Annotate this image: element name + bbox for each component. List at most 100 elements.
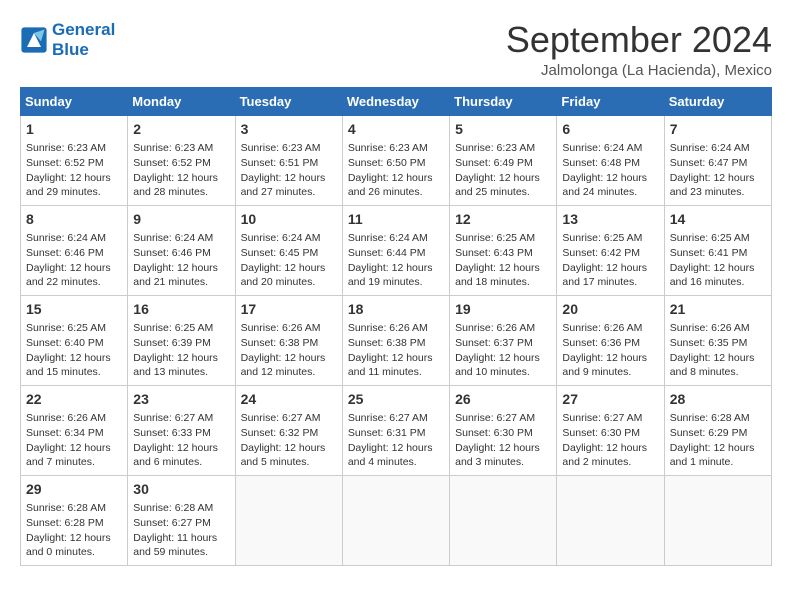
day-number: 6 — [562, 120, 658, 140]
calendar-cell: 1Sunrise: 6:23 AM Sunset: 6:52 PM Daylig… — [21, 115, 128, 205]
calendar-cell: 26Sunrise: 6:27 AM Sunset: 6:30 PM Dayli… — [450, 385, 557, 475]
calendar-week-4: 22Sunrise: 6:26 AM Sunset: 6:34 PM Dayli… — [21, 385, 772, 475]
calendar-cell: 2Sunrise: 6:23 AM Sunset: 6:52 PM Daylig… — [128, 115, 235, 205]
logo-icon — [20, 26, 48, 54]
calendar-cell: 8Sunrise: 6:24 AM Sunset: 6:46 PM Daylig… — [21, 205, 128, 295]
day-number: 13 — [562, 210, 658, 230]
day-info: Sunrise: 6:24 AM Sunset: 6:47 PM Dayligh… — [670, 141, 766, 200]
calendar-cell: 30Sunrise: 6:28 AM Sunset: 6:27 PM Dayli… — [128, 475, 235, 565]
calendar-cell: 15Sunrise: 6:25 AM Sunset: 6:40 PM Dayli… — [21, 295, 128, 385]
day-info: Sunrise: 6:27 AM Sunset: 6:32 PM Dayligh… — [241, 411, 337, 470]
day-info: Sunrise: 6:25 AM Sunset: 6:39 PM Dayligh… — [133, 321, 229, 380]
day-info: Sunrise: 6:24 AM Sunset: 6:45 PM Dayligh… — [241, 231, 337, 290]
day-info: Sunrise: 6:26 AM Sunset: 6:38 PM Dayligh… — [241, 321, 337, 380]
calendar-body: 1Sunrise: 6:23 AM Sunset: 6:52 PM Daylig… — [21, 115, 772, 565]
day-number: 2 — [133, 120, 229, 140]
calendar-week-1: 1Sunrise: 6:23 AM Sunset: 6:52 PM Daylig… — [21, 115, 772, 205]
calendar-cell: 10Sunrise: 6:24 AM Sunset: 6:45 PM Dayli… — [235, 205, 342, 295]
header: General Blue September 2024 Jalmolonga (… — [20, 20, 772, 79]
day-number: 1 — [26, 120, 122, 140]
day-number: 17 — [241, 300, 337, 320]
day-number: 23 — [133, 390, 229, 410]
day-info: Sunrise: 6:25 AM Sunset: 6:42 PM Dayligh… — [562, 231, 658, 290]
calendar-cell: 4Sunrise: 6:23 AM Sunset: 6:50 PM Daylig… — [342, 115, 449, 205]
day-number: 4 — [348, 120, 444, 140]
month-title: September 2024 — [506, 20, 772, 60]
day-info: Sunrise: 6:24 AM Sunset: 6:44 PM Dayligh… — [348, 231, 444, 290]
calendar-week-2: 8Sunrise: 6:24 AM Sunset: 6:46 PM Daylig… — [21, 205, 772, 295]
calendar-cell: 11Sunrise: 6:24 AM Sunset: 6:44 PM Dayli… — [342, 205, 449, 295]
day-number: 22 — [26, 390, 122, 410]
day-info: Sunrise: 6:24 AM Sunset: 6:46 PM Dayligh… — [133, 231, 229, 290]
day-header-sunday: Sunday — [21, 87, 128, 115]
day-info: Sunrise: 6:26 AM Sunset: 6:36 PM Dayligh… — [562, 321, 658, 380]
day-info: Sunrise: 6:24 AM Sunset: 6:46 PM Dayligh… — [26, 231, 122, 290]
calendar-cell: 16Sunrise: 6:25 AM Sunset: 6:39 PM Dayli… — [128, 295, 235, 385]
day-info: Sunrise: 6:25 AM Sunset: 6:41 PM Dayligh… — [670, 231, 766, 290]
day-number: 7 — [670, 120, 766, 140]
calendar-cell: 20Sunrise: 6:26 AM Sunset: 6:36 PM Dayli… — [557, 295, 664, 385]
day-number: 15 — [26, 300, 122, 320]
calendar-cell: 6Sunrise: 6:24 AM Sunset: 6:48 PM Daylig… — [557, 115, 664, 205]
calendar-cell: 24Sunrise: 6:27 AM Sunset: 6:32 PM Dayli… — [235, 385, 342, 475]
calendar-cell: 27Sunrise: 6:27 AM Sunset: 6:30 PM Dayli… — [557, 385, 664, 475]
calendar-cell: 18Sunrise: 6:26 AM Sunset: 6:38 PM Dayli… — [342, 295, 449, 385]
day-number: 11 — [348, 210, 444, 230]
day-info: Sunrise: 6:26 AM Sunset: 6:37 PM Dayligh… — [455, 321, 551, 380]
day-header-tuesday: Tuesday — [235, 87, 342, 115]
day-number: 8 — [26, 210, 122, 230]
day-info: Sunrise: 6:24 AM Sunset: 6:48 PM Dayligh… — [562, 141, 658, 200]
day-number: 26 — [455, 390, 551, 410]
day-info: Sunrise: 6:23 AM Sunset: 6:52 PM Dayligh… — [133, 141, 229, 200]
day-number: 28 — [670, 390, 766, 410]
day-number: 18 — [348, 300, 444, 320]
calendar-cell — [664, 475, 771, 565]
day-number: 29 — [26, 480, 122, 500]
day-info: Sunrise: 6:23 AM Sunset: 6:51 PM Dayligh… — [241, 141, 337, 200]
logo: General Blue — [20, 20, 115, 60]
calendar-cell — [235, 475, 342, 565]
day-info: Sunrise: 6:28 AM Sunset: 6:28 PM Dayligh… — [26, 501, 122, 560]
day-info: Sunrise: 6:23 AM Sunset: 6:52 PM Dayligh… — [26, 141, 122, 200]
day-header-monday: Monday — [128, 87, 235, 115]
day-header-friday: Friday — [557, 87, 664, 115]
day-number: 9 — [133, 210, 229, 230]
day-number: 27 — [562, 390, 658, 410]
calendar-cell: 12Sunrise: 6:25 AM Sunset: 6:43 PM Dayli… — [450, 205, 557, 295]
day-info: Sunrise: 6:27 AM Sunset: 6:31 PM Dayligh… — [348, 411, 444, 470]
calendar-cell: 22Sunrise: 6:26 AM Sunset: 6:34 PM Dayli… — [21, 385, 128, 475]
day-info: Sunrise: 6:28 AM Sunset: 6:29 PM Dayligh… — [670, 411, 766, 470]
calendar-cell: 19Sunrise: 6:26 AM Sunset: 6:37 PM Dayli… — [450, 295, 557, 385]
calendar-cell: 13Sunrise: 6:25 AM Sunset: 6:42 PM Dayli… — [557, 205, 664, 295]
day-number: 5 — [455, 120, 551, 140]
day-info: Sunrise: 6:26 AM Sunset: 6:35 PM Dayligh… — [670, 321, 766, 380]
day-header-wednesday: Wednesday — [342, 87, 449, 115]
calendar-cell — [557, 475, 664, 565]
calendar-cell: 29Sunrise: 6:28 AM Sunset: 6:28 PM Dayli… — [21, 475, 128, 565]
day-info: Sunrise: 6:23 AM Sunset: 6:50 PM Dayligh… — [348, 141, 444, 200]
calendar-cell: 3Sunrise: 6:23 AM Sunset: 6:51 PM Daylig… — [235, 115, 342, 205]
day-info: Sunrise: 6:27 AM Sunset: 6:30 PM Dayligh… — [562, 411, 658, 470]
calendar-cell: 14Sunrise: 6:25 AM Sunset: 6:41 PM Dayli… — [664, 205, 771, 295]
day-number: 30 — [133, 480, 229, 500]
day-number: 20 — [562, 300, 658, 320]
day-info: Sunrise: 6:25 AM Sunset: 6:40 PM Dayligh… — [26, 321, 122, 380]
calendar-cell: 23Sunrise: 6:27 AM Sunset: 6:33 PM Dayli… — [128, 385, 235, 475]
calendar: SundayMondayTuesdayWednesdayThursdayFrid… — [20, 87, 772, 566]
calendar-cell: 9Sunrise: 6:24 AM Sunset: 6:46 PM Daylig… — [128, 205, 235, 295]
calendar-week-5: 29Sunrise: 6:28 AM Sunset: 6:28 PM Dayli… — [21, 475, 772, 565]
day-header-thursday: Thursday — [450, 87, 557, 115]
day-info: Sunrise: 6:23 AM Sunset: 6:49 PM Dayligh… — [455, 141, 551, 200]
calendar-cell — [342, 475, 449, 565]
day-number: 3 — [241, 120, 337, 140]
day-number: 24 — [241, 390, 337, 410]
day-header-saturday: Saturday — [664, 87, 771, 115]
day-info: Sunrise: 6:26 AM Sunset: 6:38 PM Dayligh… — [348, 321, 444, 380]
day-info: Sunrise: 6:25 AM Sunset: 6:43 PM Dayligh… — [455, 231, 551, 290]
calendar-cell: 21Sunrise: 6:26 AM Sunset: 6:35 PM Dayli… — [664, 295, 771, 385]
day-number: 10 — [241, 210, 337, 230]
day-number: 14 — [670, 210, 766, 230]
title-area: September 2024 Jalmolonga (La Hacienda),… — [506, 20, 772, 79]
calendar-cell: 28Sunrise: 6:28 AM Sunset: 6:29 PM Dayli… — [664, 385, 771, 475]
day-info: Sunrise: 6:28 AM Sunset: 6:27 PM Dayligh… — [133, 501, 229, 560]
